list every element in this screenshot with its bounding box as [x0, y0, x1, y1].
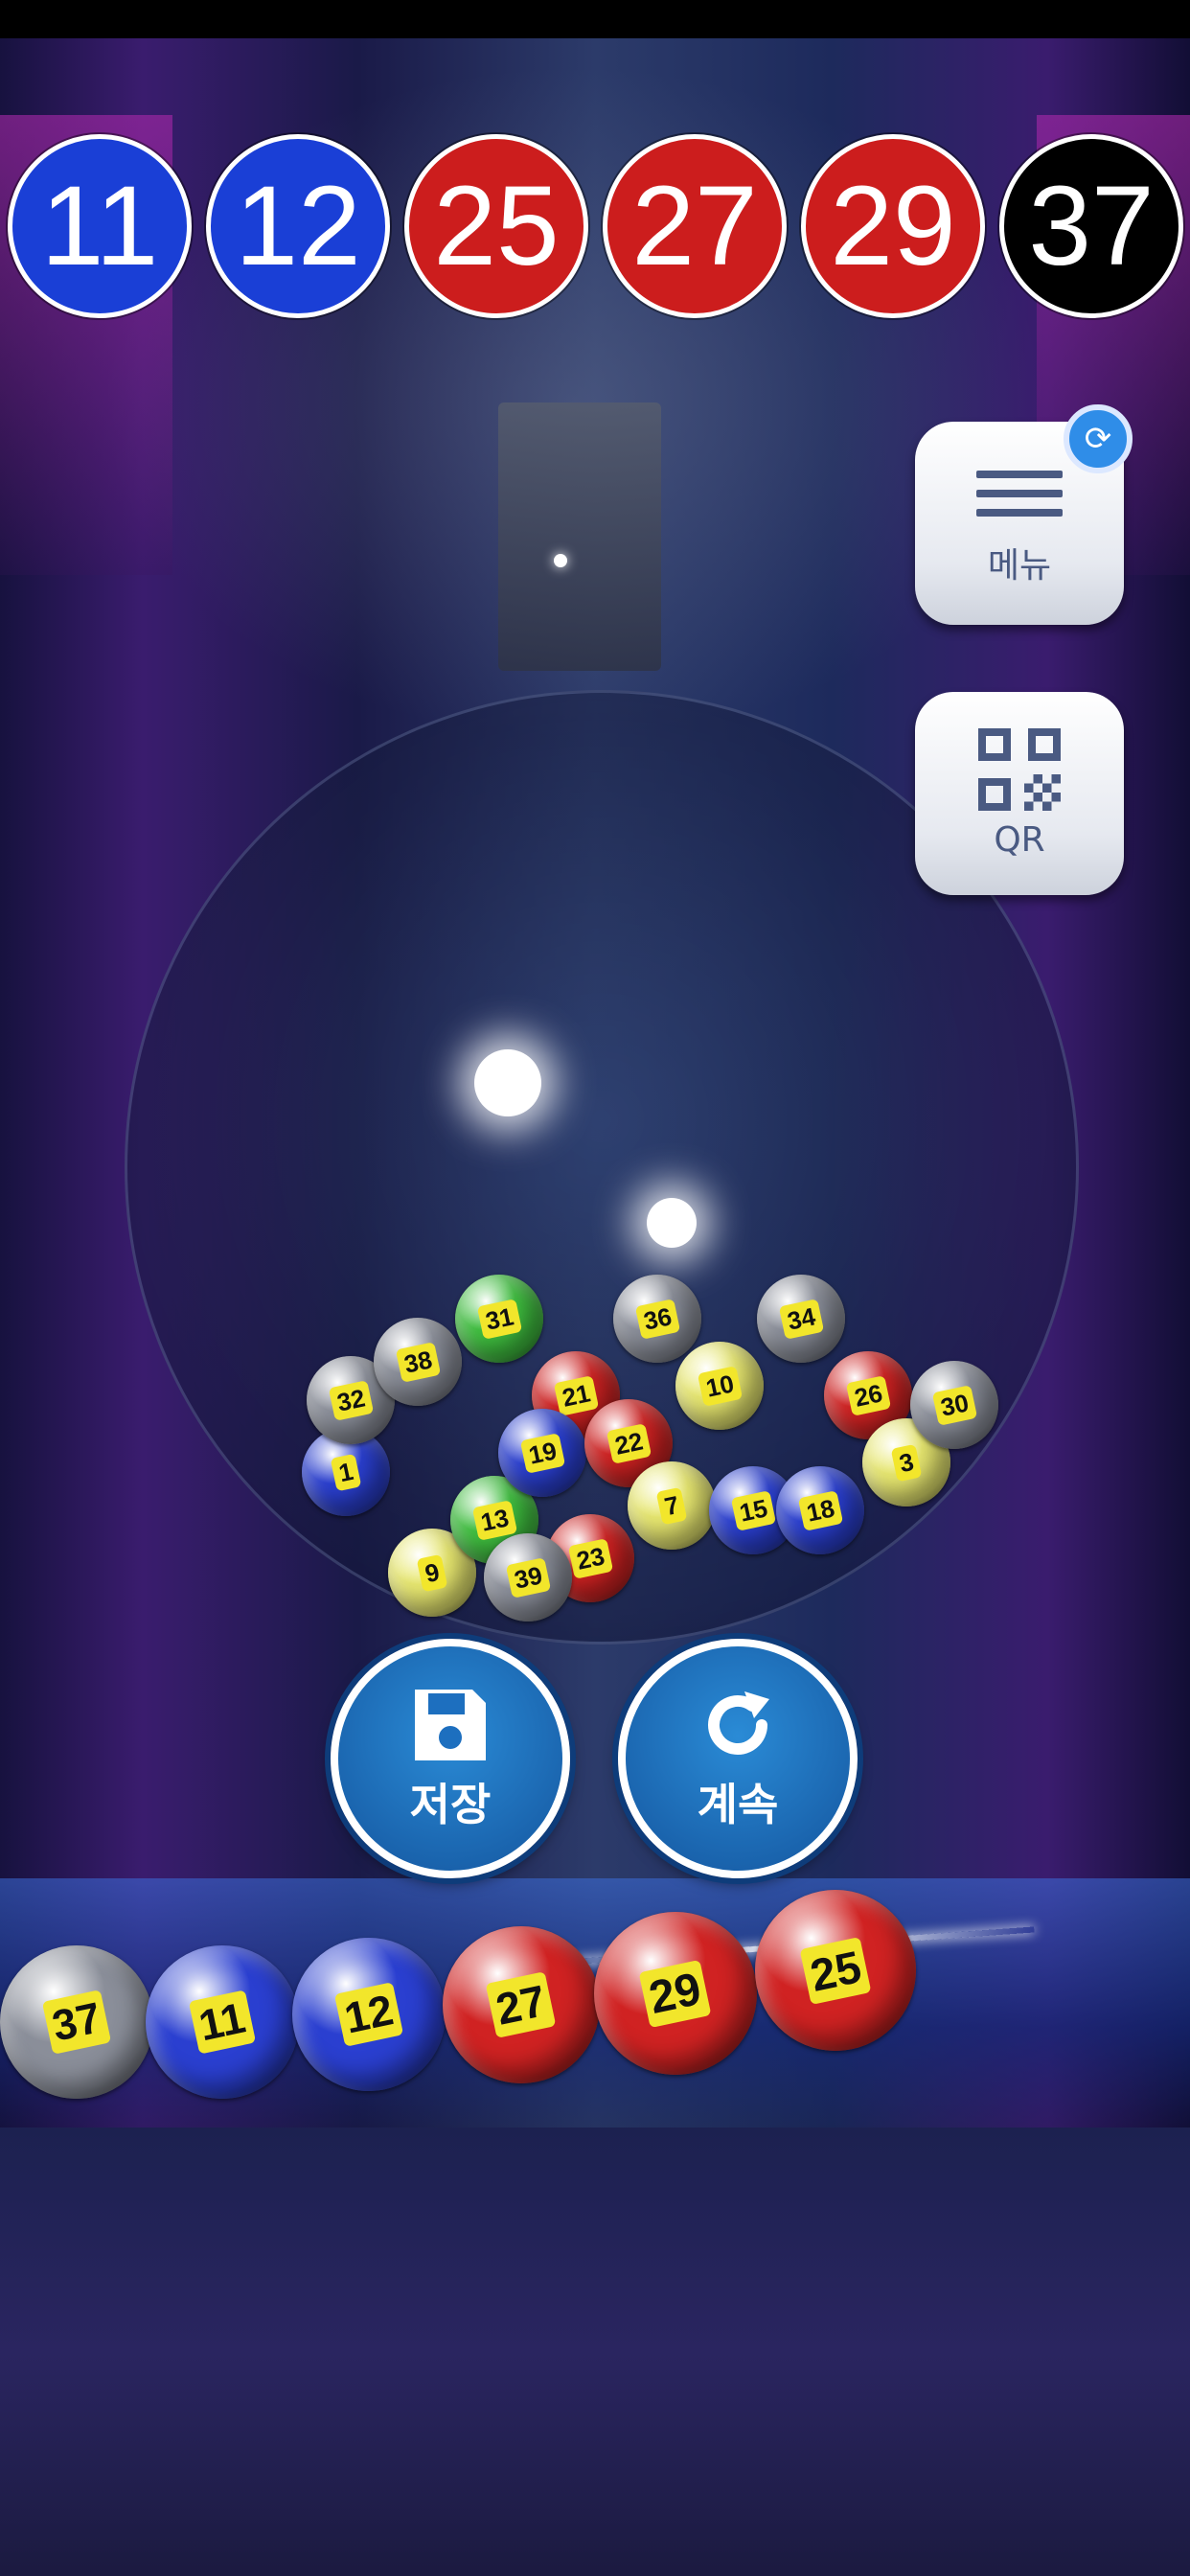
ball-number: 27 — [486, 1971, 557, 2038]
machine-base — [0, 2128, 1190, 2576]
lottery-ball: 25 — [755, 1890, 916, 2051]
floppy-disk-icon — [415, 1690, 486, 1760]
chute-light — [554, 554, 567, 567]
ball-number: 18 — [797, 1489, 843, 1531]
lottery-ball: 31 — [455, 1275, 543, 1363]
lottery-ball: 11 — [146, 1945, 299, 2099]
drawn-number: 37 — [999, 134, 1183, 318]
drawn-number: 12 — [206, 134, 390, 318]
qr-button[interactable]: QR — [915, 692, 1124, 895]
ball-number: 11 — [189, 1990, 256, 2055]
qr-code-icon — [978, 727, 1061, 811]
lottery-ball: 7 — [628, 1461, 716, 1550]
ball-number: 15 — [730, 1489, 776, 1531]
ball-number: 26 — [845, 1374, 891, 1416]
lottery-ball: 36 — [613, 1275, 701, 1363]
lottery-ball: 12 — [292, 1938, 446, 2091]
status-bar-area — [0, 0, 1190, 38]
menu-button-label: 메뉴 — [987, 546, 1052, 586]
ball-chute — [498, 402, 661, 671]
ball-number: 3 — [890, 1443, 923, 1482]
lottery-ball: 19 — [498, 1409, 586, 1497]
drawn-number: 29 — [801, 134, 985, 318]
save-button-label: 저장 — [409, 1779, 492, 1830]
lottery-ball: 39 — [484, 1533, 572, 1622]
continue-button[interactable]: 계속 — [618, 1639, 858, 1878]
drawn-number: 25 — [404, 134, 588, 318]
ball-number: 38 — [395, 1341, 441, 1383]
lottery-ball: 27 — [443, 1926, 600, 2083]
lottery-ball: 38 — [374, 1318, 462, 1406]
lottery-ball: 37 — [0, 1945, 153, 2099]
ball-number: 22 — [606, 1422, 652, 1464]
drawn-number: 27 — [603, 134, 787, 318]
hamburger-icon — [976, 459, 1063, 528]
ball-number: 19 — [519, 1432, 565, 1474]
continue-button-label: 계속 — [697, 1779, 779, 1830]
ball-number: 32 — [328, 1379, 374, 1421]
ball-number: 7 — [655, 1486, 688, 1525]
refresh-icon — [708, 1691, 769, 1755]
ball-number: 39 — [505, 1556, 551, 1598]
ball-number: 25 — [799, 1936, 872, 2005]
globe-glow — [647, 1198, 697, 1248]
update-icon[interactable]: ⟳ — [1064, 404, 1133, 473]
ball-number: 10 — [697, 1365, 743, 1407]
ball-number: 12 — [333, 1982, 404, 2047]
ball-number: 13 — [471, 1499, 517, 1541]
lottery-ball: 10 — [675, 1342, 764, 1430]
ball-number: 36 — [634, 1298, 680, 1340]
lottery-ball: 18 — [776, 1466, 864, 1554]
ball-number: 37 — [41, 1990, 112, 2055]
lottery-ball: 29 — [594, 1912, 757, 2075]
ball-number: 29 — [638, 1959, 713, 2028]
drawn-number: 11 — [8, 134, 192, 318]
ball-number: 1 — [330, 1453, 362, 1491]
ball-number: 30 — [931, 1384, 977, 1426]
ball-number: 34 — [778, 1298, 824, 1340]
globe-glow — [474, 1049, 541, 1116]
ball-number: 21 — [553, 1374, 599, 1416]
drawn-numbers-row: 11 12 25 27 29 37 — [0, 134, 1190, 326]
qr-button-label: QR — [994, 819, 1045, 860]
ball-number: 31 — [476, 1298, 522, 1340]
lottery-ball: 34 — [757, 1275, 845, 1363]
ball-number: 9 — [416, 1553, 448, 1592]
save-button[interactable]: 저장 — [331, 1639, 570, 1878]
ball-number: 23 — [567, 1537, 613, 1579]
lottery-ball: 30 — [910, 1361, 998, 1449]
